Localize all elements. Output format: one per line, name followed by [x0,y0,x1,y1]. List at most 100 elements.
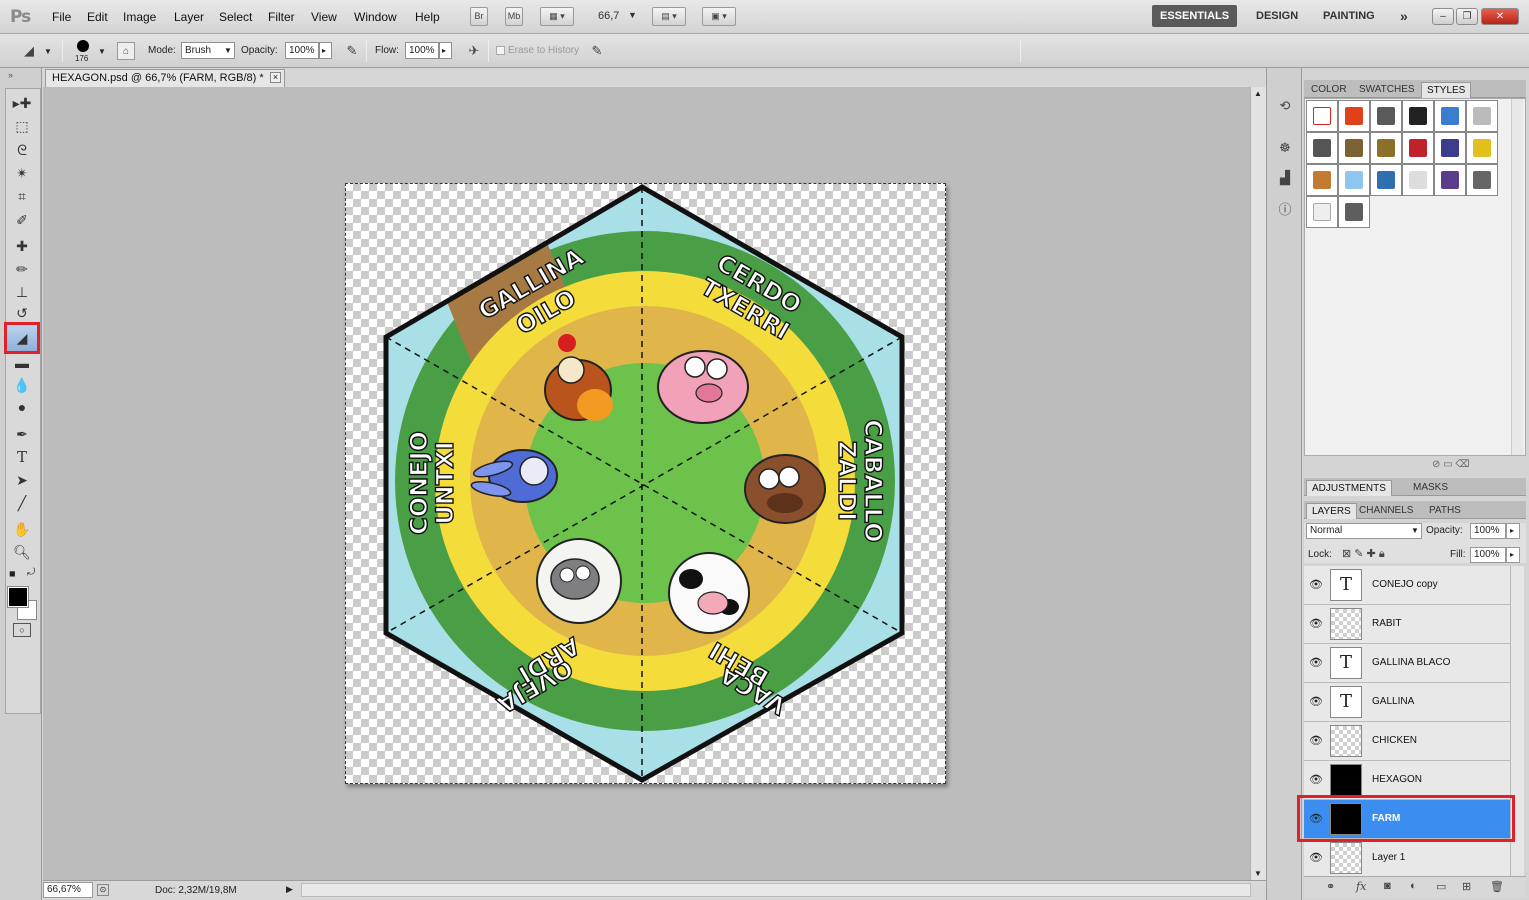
line-tool-icon[interactable]: ╱ [9,492,35,514]
style-swatch[interactable] [1402,132,1434,164]
visibility-eye-icon[interactable]: 👁︎ [1309,578,1323,592]
menu-file[interactable]: File [52,10,71,24]
add-mask-icon[interactable]: ◙ [1384,880,1391,892]
delete-layer-icon[interactable]: 🗑︎ [1490,880,1504,893]
lasso-tool-icon[interactable]: ᘓ [9,139,35,161]
workspace-painting[interactable]: PAINTING [1315,5,1383,27]
menu-filter[interactable]: Filter [268,10,295,24]
menu-window[interactable]: Window [354,10,397,24]
new-group-icon[interactable]: ▭ [1436,880,1446,893]
eraser-preset-icon[interactable]: ◢ [20,42,38,60]
menu-help[interactable]: Help [415,10,440,24]
chevron-down-icon[interactable]: ▼ [44,47,52,56]
marquee-tool-icon[interactable]: ⬚ [9,115,35,137]
opacity-slider-icon[interactable]: ▸ [319,42,332,59]
layer-row[interactable]: 👁︎ RABIT [1304,605,1510,644]
pressure-size-icon[interactable]: ✎ [588,42,606,60]
style-swatch[interactable] [1306,100,1338,132]
scroll-up-icon[interactable]: ▲ [1254,89,1262,98]
tab-swatches[interactable]: SWATCHES [1354,82,1420,98]
view-extras-button[interactable]: ▦ ▾ [540,7,574,26]
eraser-tool-icon[interactable]: ◢ [4,322,40,354]
menu-image[interactable]: Image [123,10,156,24]
navigator-panel-icon[interactable]: ☸ [1275,138,1295,158]
zoom-field[interactable]: 66,67% [43,882,93,898]
status-icon[interactable]: ⊙ [97,884,109,896]
magic-wand-tool-icon[interactable]: ✴ [9,162,35,184]
style-swatch[interactable] [1370,164,1402,196]
zoom-tool-icon[interactable]: 🔍︎ [9,541,35,563]
gradient-tool-icon[interactable]: ▬ [9,352,35,374]
history-panel-icon[interactable]: ⟲ [1275,96,1295,116]
scroll-down-icon[interactable]: ▼ [1254,869,1262,878]
layer-opacity-field[interactable]: 100% [1470,523,1506,539]
chevron-down-icon[interactable]: ▼ [98,47,106,56]
crop-tool-icon[interactable]: ⌗ [9,185,35,207]
fill-field[interactable]: 100% [1470,547,1506,563]
bridge-button[interactable]: Br [470,7,488,26]
pressure-opacity-icon[interactable]: ✎ [343,42,361,60]
brush-tip-icon[interactable] [77,40,89,52]
adjustment-layer-icon[interactable]: ◐ [1410,880,1417,892]
close-icon[interactable]: × [270,72,281,83]
style-swatch[interactable] [1338,196,1370,228]
document-canvas[interactable]: GALLINA OILO CERDO TXERRI CABALLO ZALDI … [345,183,946,784]
tab-styles[interactable]: STYLES [1421,82,1472,98]
document-tab[interactable]: HEXAGON.psd @ 66,7% (FARM, RGB/8) * × [45,69,285,87]
clone-stamp-tool-icon[interactable]: ⊥ [9,281,35,303]
minimize-button[interactable]: – [1432,8,1454,25]
quick-mask-icon[interactable]: ○ [13,623,31,637]
history-brush-tool-icon[interactable]: ↺ [9,302,35,324]
visibility-eye-icon[interactable]: 👁︎ [1309,617,1323,631]
visibility-eye-icon[interactable]: 👁︎ [1309,734,1323,748]
style-swatch[interactable] [1434,164,1466,196]
close-button[interactable]: ✕ [1481,8,1519,25]
fill-slider-icon[interactable]: ▸ [1506,547,1520,563]
blend-mode-select[interactable]: Normal [1306,523,1422,539]
hand-tool-icon[interactable]: ✋ [9,518,35,540]
layer-row[interactable]: 👁︎ Layer 1 [1304,839,1510,878]
blur-tool-icon[interactable]: 💧 [9,374,35,396]
dodge-tool-icon[interactable]: ● [9,396,35,418]
layer-row[interactable]: 👁︎ T GALLINA [1304,683,1510,722]
workspace-design[interactable]: DESIGN [1248,5,1306,27]
menu-select[interactable]: Select [219,10,252,24]
style-swatch[interactable] [1466,164,1498,196]
arrange-documents-button[interactable]: ▤ ▾ [652,7,686,26]
layer-row[interactable]: 👁︎ CHICKEN [1304,722,1510,761]
style-swatch[interactable] [1434,100,1466,132]
airbrush-icon[interactable]: ✈ [465,42,483,60]
tab-layers[interactable]: LAYERS [1306,503,1357,519]
tab-channels[interactable]: CHANNELS [1354,503,1418,519]
visibility-eye-icon[interactable]: 👁︎ [1309,695,1323,709]
layer-row[interactable]: 👁︎ T CONEJO copy [1304,566,1510,605]
brush-tool-icon[interactable]: ✏ [9,258,35,280]
style-swatch[interactable] [1306,196,1338,228]
more-workspaces-icon[interactable]: » [1392,5,1416,27]
style-swatch[interactable] [1306,132,1338,164]
opacity-field[interactable]: 100% [285,42,319,59]
style-swatch[interactable] [1466,132,1498,164]
document-workspace[interactable]: ▲ ▼ GALLINA OILO CERDO TXERRI CABALLO ZA… [43,87,1266,880]
style-swatch[interactable] [1370,132,1402,164]
style-swatch[interactable] [1338,164,1370,196]
menu-layer[interactable]: Layer [174,10,204,24]
tab-masks[interactable]: MASKS [1408,480,1453,496]
horizontal-scrollbar[interactable] [301,883,1251,897]
pen-tool-icon[interactable]: ✒ [9,423,35,445]
style-swatch[interactable] [1434,132,1466,164]
histogram-panel-icon[interactable]: ▟ [1275,168,1295,188]
collapse-icon[interactable]: » [8,70,13,80]
lock-icons[interactable]: ⊠ ✎ ✚ 🔒︎ [1342,547,1385,561]
default-colors-icon[interactable]: ◼ [9,569,16,578]
flow-field[interactable]: 100% [405,42,439,59]
link-layers-icon[interactable]: ⚭ [1326,880,1335,893]
style-swatch[interactable] [1338,100,1370,132]
type-tool-icon[interactable]: T [9,446,35,468]
flow-slider-icon[interactable]: ▸ [439,42,452,59]
style-swatch[interactable] [1306,164,1338,196]
style-swatch[interactable] [1466,100,1498,132]
screen-mode-button[interactable]: ▣ ▾ [702,7,736,26]
foreground-color-swatch[interactable] [7,586,29,608]
mini-bridge-button[interactable]: Mb [505,7,523,26]
